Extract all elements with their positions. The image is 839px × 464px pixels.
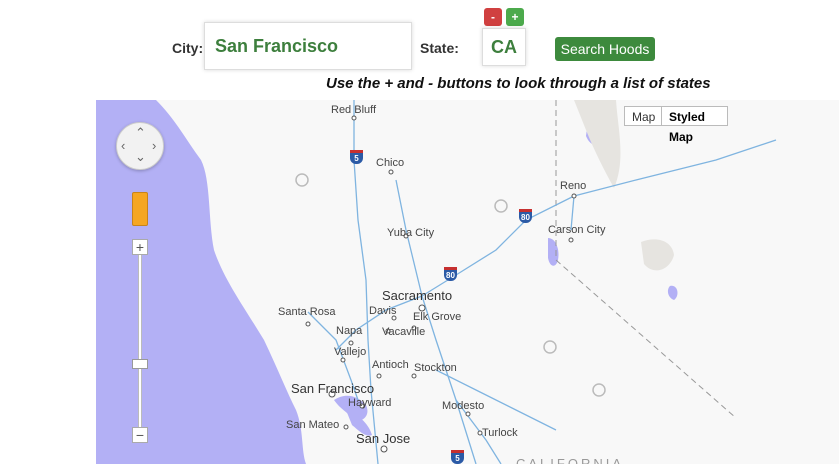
city-label-san-jose: San Jose <box>356 431 411 446</box>
city-label-santa-rosa: Santa Rosa <box>278 306 336 318</box>
city-label-napa: Napa <box>336 325 363 337</box>
pan-right-icon[interactable]: › <box>152 138 156 153</box>
city-input[interactable] <box>215 33 395 59</box>
state-label: State: <box>420 40 459 56</box>
city-label-chico: Chico <box>376 157 405 169</box>
map-type-map-button[interactable]: Map <box>624 106 662 126</box>
city-label-san-mateo: San Mateo <box>286 419 340 431</box>
instruction-text: Use the + and - buttons to look through … <box>326 75 711 92</box>
city-label-reno: Reno <box>560 180 587 192</box>
interstate-80-east-shield: 80 <box>519 209 532 223</box>
state-field[interactable]: CA <box>482 28 526 66</box>
pan-control[interactable]: ⌃ ‹ › ⌄ <box>116 122 164 170</box>
city-label-vacaville: Vacaville <box>382 326 426 338</box>
next-state-button[interactable]: + <box>506 8 524 26</box>
interstate-80-west-shield: 80 <box>444 267 457 281</box>
city-label-stockton: Stockton <box>414 362 457 374</box>
city-label-yuba-city: Yuba City <box>387 227 435 239</box>
city-label-davis: Davis <box>369 305 397 317</box>
interstate-5-south-shield: 5 <box>451 450 464 464</box>
pan-left-icon[interactable]: ‹ <box>121 138 125 153</box>
city-label-hayward: Hayward <box>348 397 392 409</box>
desert-area <box>641 239 674 271</box>
region-label-california: CALIFORNIA <box>516 456 625 464</box>
desert-top <box>574 100 621 188</box>
city-label-modesto: Modesto <box>442 400 485 412</box>
zoom-slider-track[interactable] <box>138 248 142 434</box>
city-label-antioch: Antioch <box>372 359 409 371</box>
state-value: CA <box>491 37 517 57</box>
pan-down-icon[interactable]: ⌄ <box>135 149 146 165</box>
city-label-red-bluff: Red Bluff <box>331 104 377 116</box>
roads <box>307 100 777 464</box>
zoom-in-button[interactable]: + <box>132 239 148 255</box>
previous-state-button[interactable]: - <box>484 8 502 26</box>
interstate-5-north-shield: 5 <box>350 150 363 164</box>
pan-up-icon[interactable]: ⌃ <box>135 125 146 141</box>
zoom-slider-thumb[interactable] <box>132 359 148 369</box>
city-label-vallejo: Vallejo <box>334 346 367 358</box>
lake-tahoe <box>548 238 559 266</box>
city-label-turlock: Turlock <box>482 427 518 439</box>
lake-small <box>667 285 678 300</box>
city-field-container <box>204 22 412 70</box>
search-hoods-button[interactable]: Search Hoods <box>555 37 655 61</box>
city-label-san-francisco: San Francisco <box>291 381 375 396</box>
city-label: City: <box>172 40 204 56</box>
map-type-styled-button[interactable]: Styled Map <box>661 106 728 144</box>
city-label-carson-city: Carson City <box>548 224 606 236</box>
city-label-sacramento: Sacramento <box>382 288 453 303</box>
street-view-pegman-icon[interactable] <box>132 192 148 226</box>
zoom-out-button[interactable]: − <box>132 427 148 443</box>
city-label-elk-grove: Elk Grove <box>413 311 462 323</box>
map-viewport[interactable]: Map Styled Map ⌃ ‹ › ⌄ + − 5 80 80 5 Red… <box>96 100 839 464</box>
